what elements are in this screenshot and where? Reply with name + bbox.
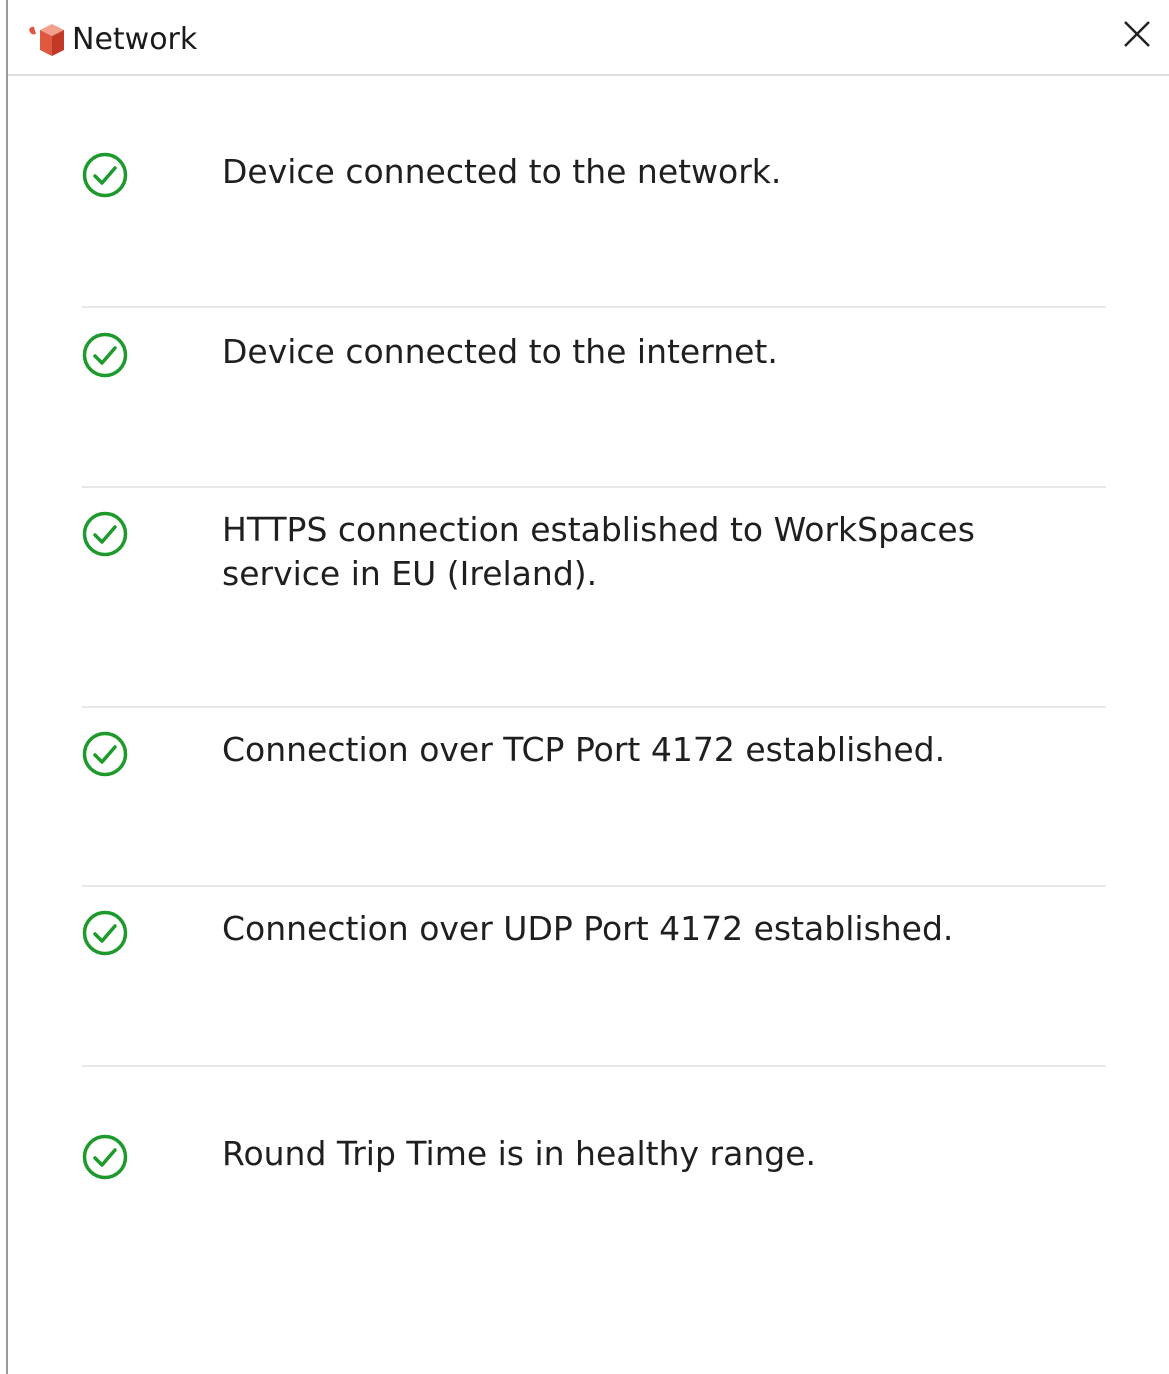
- check-item-udp: Connection over UDP Port 4172 establishe…: [82, 887, 1106, 1067]
- check-circle-icon: [82, 1134, 128, 1180]
- close-icon[interactable]: [1117, 14, 1157, 54]
- title-bar: Network: [8, 0, 1169, 76]
- check-message: Round Trip Time is in healthy range.: [222, 1134, 816, 1173]
- window-left-border: [0, 0, 8, 1374]
- check-item-internet: Device connected to the internet.: [82, 308, 1106, 488]
- check-circle-icon: [82, 152, 128, 198]
- check-item-network: Device connected to the network.: [82, 78, 1106, 308]
- check-item-rtt: Round Trip Time is in healthy range.: [82, 1067, 1106, 1267]
- network-dialog: Network Device connected to the network.…: [0, 0, 1169, 1374]
- window-title: Network: [72, 22, 198, 57]
- workspaces-cube-icon: [29, 24, 64, 56]
- check-item-tcp: Connection over TCP Port 4172 establishe…: [82, 708, 1106, 887]
- check-message: HTTPS connection established to WorkSpac…: [222, 510, 975, 593]
- check-message: Device connected to the network.: [222, 152, 782, 191]
- check-circle-icon: [82, 511, 128, 557]
- check-item-https: HTTPS connection established to WorkSpac…: [82, 488, 1106, 708]
- check-circle-icon: [82, 731, 128, 777]
- check-circle-icon: [82, 332, 128, 378]
- check-message: Connection over UDP Port 4172 establishe…: [222, 909, 954, 948]
- check-message: Device connected to the internet.: [222, 332, 778, 371]
- check-circle-icon: [82, 910, 128, 956]
- check-message: Connection over TCP Port 4172 establishe…: [222, 730, 946, 769]
